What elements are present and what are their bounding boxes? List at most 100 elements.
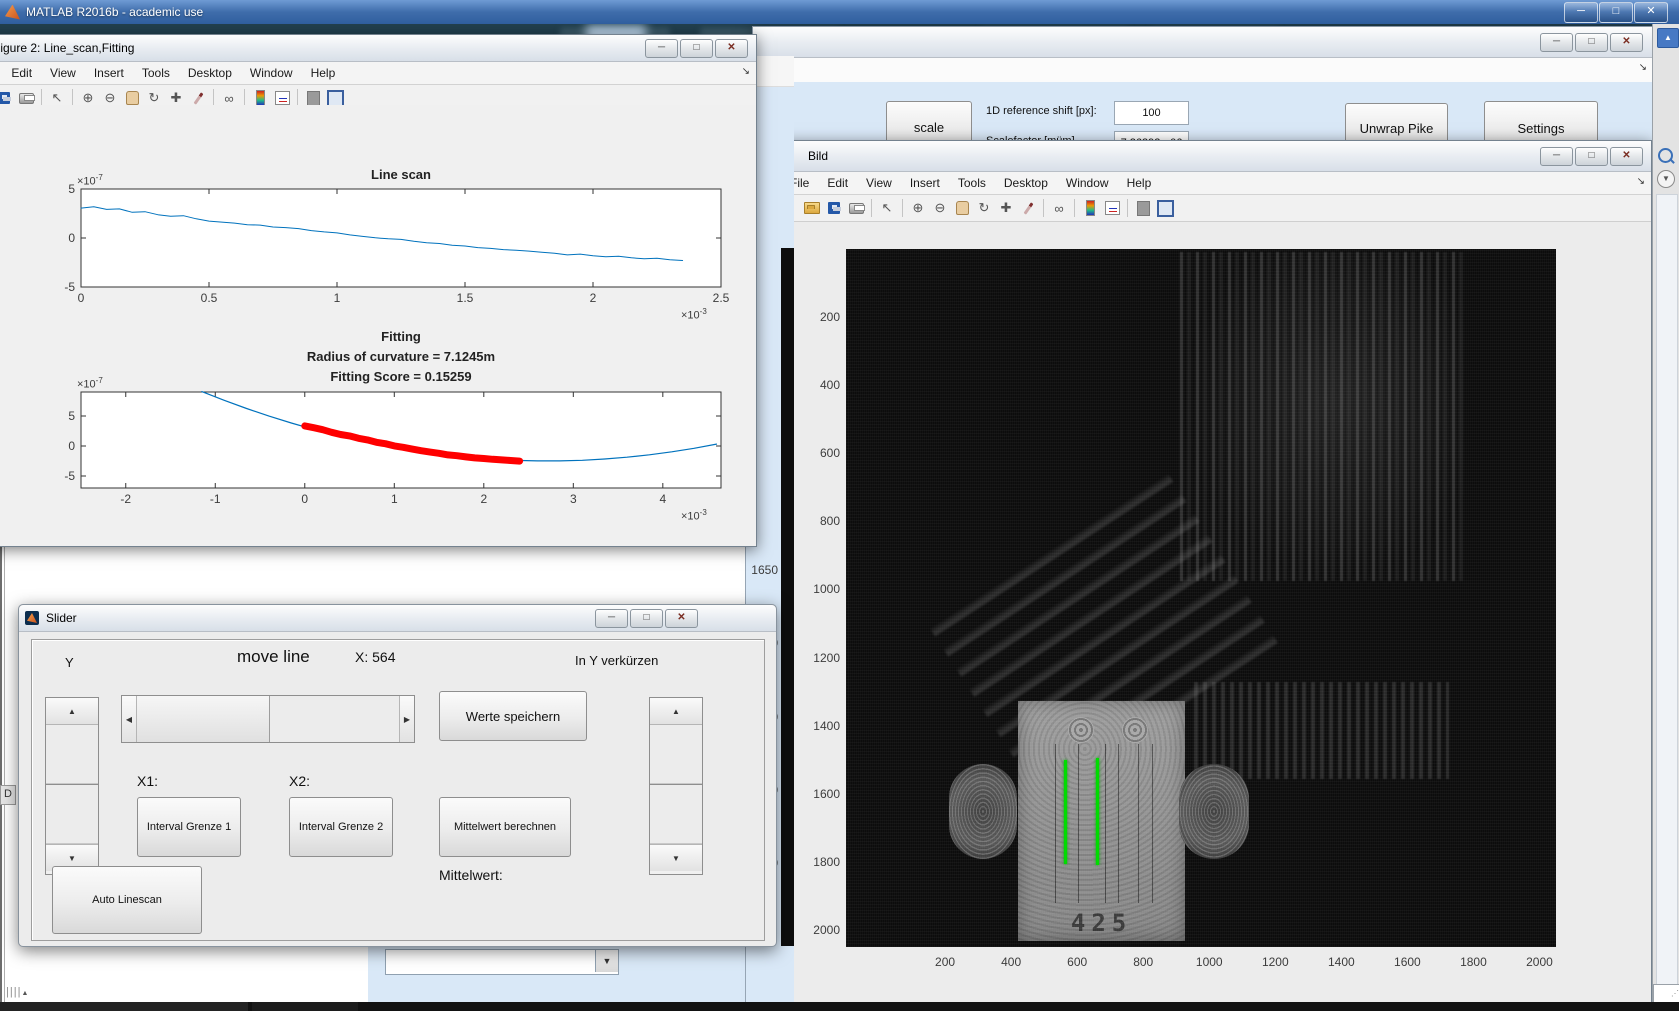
menu-pulldown-icon[interactable]: ↘: [1637, 176, 1645, 187]
os-window-title: MATLAB R2016b - academic use: [26, 5, 203, 19]
menu-item-edit[interactable]: Edit: [2, 66, 41, 80]
bild-maximize-button[interactable]: □: [1575, 147, 1608, 166]
menu-item-help[interactable]: Help: [302, 66, 345, 80]
fitting-axes[interactable]: -2-101234-505: [81, 392, 721, 488]
linescan-marker-line[interactable]: [1064, 760, 1067, 864]
menu-item-insert[interactable]: Insert: [85, 66, 133, 80]
bild-y-tick-label: 2000: [798, 923, 840, 937]
bild-y-tick-label: 1400: [798, 719, 840, 733]
slider-track[interactable]: [650, 784, 702, 844]
bild-minimize-button[interactable]: ─: [1540, 147, 1573, 166]
dropdown-arrow-icon[interactable]: ▼: [595, 950, 618, 972]
slider-track[interactable]: [46, 725, 98, 784]
taskbar-segment: [0, 1002, 248, 1011]
menu-item-desktop[interactable]: Desktop: [179, 66, 241, 80]
slider-titlebar[interactable]: Slider ─ □ ✕: [19, 605, 776, 632]
bild-image-axes[interactable]: 425: [846, 249, 1556, 947]
linescan-axes[interactable]: 00.511.522.5-505: [81, 189, 721, 287]
werte-speichern-button[interactable]: Werte speichern: [439, 691, 587, 741]
linescan-marker-line[interactable]: [1096, 758, 1099, 865]
slider-track[interactable]: [46, 784, 98, 844]
image-noise-grain: [846, 249, 1556, 947]
background-dropdown[interactable]: ▼: [385, 949, 619, 975]
slider-thumb[interactable]: [136, 696, 270, 742]
y-tick-label: -5: [33, 469, 75, 483]
dock-tab[interactable]: D: [0, 785, 16, 805]
mittelwert-berechnen-button[interactable]: Mittelwert berechnen: [439, 797, 571, 857]
menu-item-desktop[interactable]: Desktop: [995, 176, 1057, 190]
zoom-out-icon[interactable]: ⊖: [931, 199, 949, 217]
figure2-close-button[interactable]: ✕: [715, 39, 748, 58]
brush-icon[interactable]: [1019, 199, 1037, 217]
menu-item-view[interactable]: View: [41, 66, 85, 80]
search-icon[interactable]: [1658, 148, 1673, 163]
y-slider-right[interactable]: ▲ ▼: [649, 697, 703, 875]
slider-left-arrow-icon[interactable]: ◀: [122, 696, 136, 742]
slider-down-arrow-icon[interactable]: ▼: [650, 844, 702, 871]
slider-maximize-button[interactable]: □: [630, 609, 663, 628]
undock-figure-icon[interactable]: [1156, 199, 1174, 217]
data-cursor-icon[interactable]: ✚: [997, 199, 1015, 217]
slider-close-button[interactable]: ✕: [665, 609, 698, 628]
linescan-yscale-label: ×10-7: [77, 173, 103, 188]
x-tick-label: 2.5: [699, 291, 743, 305]
interval-grenze1-button[interactable]: Interval Grenze 1: [137, 797, 241, 857]
x-tick-label: -2: [104, 492, 148, 506]
menu-item-tools[interactable]: Tools: [133, 66, 179, 80]
slider-up-arrow-icon[interactable]: ▲: [46, 698, 98, 725]
dock-figure-icon[interactable]: [1134, 199, 1152, 217]
os-taskbar[interactable]: [0, 1002, 1679, 1011]
bild-y-tick-label: 400: [798, 378, 840, 392]
figure2-maximize-button[interactable]: □: [680, 39, 713, 58]
bild-close-button[interactable]: ✕: [1610, 147, 1643, 166]
os-minimize-button[interactable]: ─: [1564, 2, 1598, 23]
auto-linescan-button[interactable]: Auto Linescan: [52, 866, 202, 934]
gui-maximize-button[interactable]: □: [1575, 33, 1608, 52]
gui-close-button[interactable]: ✕: [1610, 33, 1643, 52]
y-tick-label: 5: [33, 409, 75, 423]
gui-window-titlebar[interactable]: ─ □ ✕: [753, 27, 1653, 58]
menu-item-insert[interactable]: Insert: [901, 176, 949, 190]
interval-grenze2-button[interactable]: Interval Grenze 2: [289, 797, 393, 857]
move-line-slider[interactable]: ◀ ▶: [121, 695, 415, 743]
menu-item-tools[interactable]: Tools: [949, 176, 995, 190]
menu-item-edit[interactable]: Edit: [818, 176, 857, 190]
toolbar-separator: [1127, 199, 1128, 217]
rotate-icon[interactable]: ↻: [975, 199, 993, 217]
open-file-icon[interactable]: [803, 199, 821, 217]
y-slider-left[interactable]: ▲ ▼: [45, 697, 99, 875]
colorbar-icon[interactable]: [1081, 199, 1099, 217]
os-close-button[interactable]: ✕: [1634, 2, 1668, 23]
menu-item-window[interactable]: Window: [241, 66, 302, 80]
link-plot-icon[interactable]: ∞: [1050, 199, 1068, 217]
print-icon[interactable]: [847, 199, 865, 217]
y-tick-label: -5: [33, 280, 75, 294]
slider-up-arrow-icon[interactable]: ▲: [650, 698, 702, 725]
os-restore-button[interactable]: □: [1599, 2, 1633, 23]
menu-item-help[interactable]: Help: [1118, 176, 1161, 190]
zoom-in-icon[interactable]: ⊕: [909, 199, 927, 217]
legend-icon[interactable]: [1103, 199, 1121, 217]
circle-chevron-down-icon[interactable]: ▼: [1657, 170, 1675, 188]
gui-minimize-button[interactable]: ─: [1540, 33, 1573, 52]
save-icon[interactable]: [825, 199, 843, 217]
pan-hand-icon: [126, 91, 139, 105]
slider-track[interactable]: [650, 725, 702, 784]
menu-item-view[interactable]: View: [857, 176, 901, 190]
figure2-titlebar[interactable]: Figure 2: Line_scan,Fitting ─ □ ✕: [0, 35, 756, 62]
resize-grip[interactable]: ||||▲: [6, 986, 29, 998]
menu-pulldown-icon[interactable]: ↘: [1639, 62, 1647, 73]
menu-pulldown-icon[interactable]: ↘: [742, 66, 750, 77]
slider-right-arrow-icon[interactable]: ▶: [400, 696, 414, 742]
slider-minimize-button[interactable]: ─: [595, 609, 628, 628]
toolstrip-expand-icon[interactable]: ▲: [1657, 28, 1679, 48]
os-titlebar[interactable]: MATLAB R2016b - academic use ─ □ ✕: [0, 0, 1679, 24]
pan-hand-icon[interactable]: [953, 199, 971, 217]
slider-track[interactable]: [270, 696, 400, 742]
bild-titlebar[interactable]: Bild ─ □ ✕: [763, 141, 1651, 172]
ref-shift-field[interactable]: 100: [1114, 101, 1189, 125]
menu-item-window[interactable]: Window: [1057, 176, 1118, 190]
save-icon: [0, 92, 10, 104]
pointer-icon[interactable]: ↖: [878, 199, 896, 217]
figure2-minimize-button[interactable]: ─: [645, 39, 678, 58]
